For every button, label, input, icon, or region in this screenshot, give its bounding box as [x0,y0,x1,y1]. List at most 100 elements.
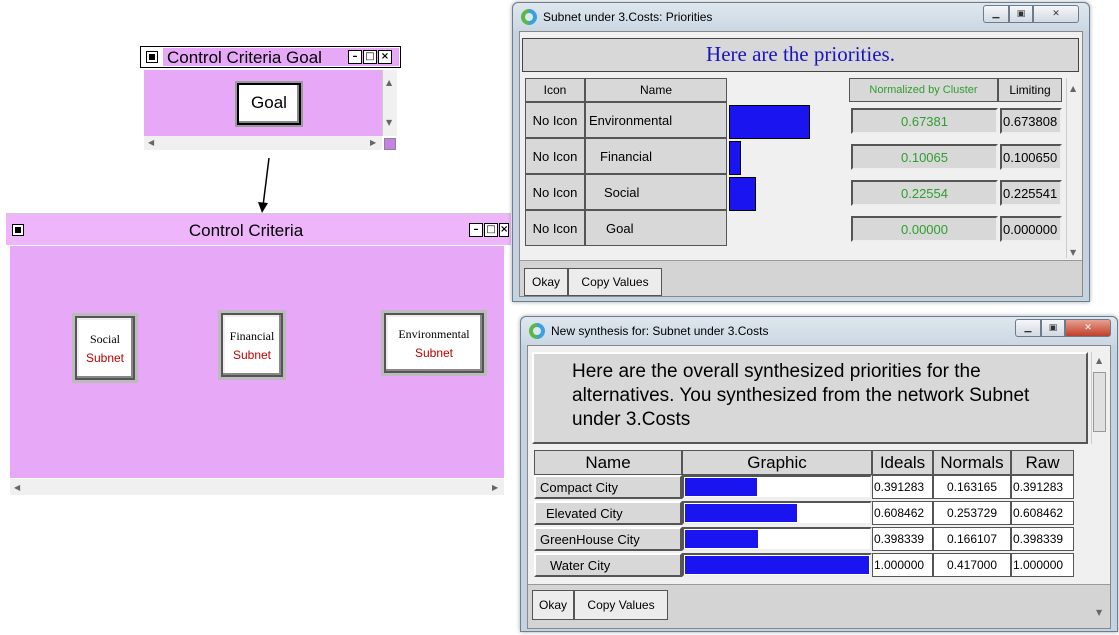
copy-values-button[interactable]: Copy Values [574,590,668,620]
priorities-vscroll[interactable] [1066,78,1082,258]
col-graphic-label: Graphic [747,452,807,472]
priorities-window-title: Subnet under 3.Costs: Priorities [543,10,713,24]
priorities-window: Subnet under 3.Costs: Priorities ▁ ▣ ✕ H… [512,2,1090,302]
copy-values-label: Copy Values [581,275,649,289]
col-raw-label: Raw [1025,452,1060,472]
row-raw-cell: 0.391283 [1011,475,1074,499]
row-icon-cell: No Icon [525,102,585,138]
goal-window-titlebar[interactable]: Control Criteria Goal – □ × [140,46,401,68]
copy-values-button[interactable]: Copy Values [568,268,662,296]
row-ideals-cell: 0.608462 [872,501,933,525]
row-raw-cell: 1.000000 [1011,553,1074,577]
scroll-right-icon[interactable]: ▶ [370,138,376,147]
synthesis-bar [685,530,758,548]
row-normals-cell: 0.163165 [933,475,1011,499]
scroll-down-icon[interactable]: ▼ [1096,608,1102,617]
synthesis-bar [685,478,757,496]
scroll-up-icon[interactable]: ▲ [386,78,392,87]
minimize-icon[interactable]: – [469,223,483,237]
row-ideals-cell: 0.391283 [872,475,933,499]
col-header-graphic[interactable]: Graphic [682,450,872,475]
priority-bar [729,177,756,211]
synthesis-titlebar[interactable]: New synthesis for: Subnet under 3.Costs … [521,317,1117,345]
resize-grip[interactable] [384,138,396,150]
col-limiting-label: Limiting [1009,83,1051,97]
connector-arrow [258,158,270,213]
priorities-titlebar[interactable]: Subnet under 3.Costs: Priorities ▁ ▣ ✕ [513,3,1089,31]
row-normals-cell: 0.253729 [933,501,1011,525]
social-node-title: Social [90,332,120,346]
close-icon[interactable]: ✕ [1065,319,1111,337]
close-icon[interactable]: × [378,50,392,64]
maximize-icon[interactable]: ▣ [1009,5,1033,23]
col-name-label: Name [585,452,631,472]
row-icon-cell: No Icon [525,174,585,210]
copy-values-label: Copy Values [587,598,655,612]
row-normalized-cell: 0.10065 [851,144,998,170]
synthesis-bar [685,556,869,574]
minimize-icon[interactable]: – [348,50,362,64]
col-header-name[interactable]: Name [585,78,727,102]
minimize-icon[interactable]: ▁ [983,5,1009,23]
col-header-normalized[interactable]: Normalized by Cluster [849,78,998,102]
social-node[interactable]: Social Subnet [72,313,138,383]
financial-node[interactable]: Financial Subnet [218,310,286,380]
cc-hscroll[interactable] [10,479,504,495]
app-sync-icon [529,323,545,339]
scroll-left-icon[interactable]: ◀ [14,483,20,492]
minimize-icon[interactable]: ▁ [1015,319,1041,337]
close-icon[interactable]: × [499,223,509,237]
priorities-header: Here are the priorities. [706,42,895,66]
window-menu-icon[interactable] [146,51,158,63]
okay-button[interactable]: Okay [532,590,574,620]
col-header-raw[interactable]: Raw [1011,450,1074,475]
financial-node-title: Financial [229,329,275,343]
environmental-node-subnet: Subnet [414,346,454,360]
financial-node-subnet: Subnet [232,348,272,362]
col-ideals-label: Ideals [879,452,926,472]
row-ideals-cell: 0.398339 [872,527,933,551]
goal-window-title: Control Criteria Goal [167,48,322,67]
row-normalized-cell: 0.00000 [851,216,998,242]
row-name-cell: Goal [585,210,727,246]
col-normals-label: Normals [940,452,1004,472]
scroll-down-icon[interactable]: ▼ [386,118,392,127]
scroll-up-icon[interactable]: ▲ [1096,356,1102,365]
scroll-thumb[interactable] [1093,372,1106,432]
col-header-limiting[interactable]: Limiting [998,78,1062,102]
row-normals-cell: 0.166107 [933,527,1011,551]
row-limiting-cell: 0.225541 [1000,180,1062,206]
scroll-up-icon[interactable]: ▲ [1070,84,1076,93]
row-name-cell: Elevated City [534,501,682,525]
col-header-ideals[interactable]: Ideals [872,450,933,475]
cc-window-title: Control Criteria [188,221,304,240]
col-header-normals[interactable]: Normals [933,450,1011,475]
scroll-right-icon[interactable]: ▶ [492,483,498,492]
row-name-cell: GreenHouse City [534,527,682,551]
okay-button[interactable]: Okay [524,268,568,296]
close-icon[interactable]: ✕ [1033,5,1079,23]
scroll-down-icon[interactable]: ▼ [1070,248,1076,257]
goal-hscroll[interactable] [144,136,382,150]
maximize-icon[interactable]: □ [484,223,498,237]
maximize-icon[interactable]: □ [363,50,377,64]
row-name-cell: Water City [534,553,682,577]
scroll-left-icon[interactable]: ◀ [148,138,154,147]
row-limiting-cell: 0.100650 [1000,144,1062,170]
goal-node-label: Goal [251,93,287,112]
col-normalized-label: Normalized by Cluster [869,84,978,96]
synthesis-header-panel: Here are the overall synthesized priorit… [532,352,1088,444]
col-icon-label: Icon [543,83,567,97]
col-header-name[interactable]: Name [534,450,682,475]
col-header-icon[interactable]: Icon [525,78,585,102]
priorities-header-panel: Here are the priorities. [522,38,1079,72]
col-name-label: Name [639,83,672,97]
cc-window: Control Criteria – □ × Social Subnet Fin… [6,213,516,503]
maximize-icon[interactable]: ▣ [1041,319,1065,337]
row-limiting-cell: 0.673808 [1000,108,1062,134]
cc-window-titlebar[interactable]: Control Criteria – □ × [6,213,511,245]
environmental-node[interactable]: Environmental Subnet [381,310,487,376]
row-icon-cell: No Icon [525,138,585,174]
row-icon-cell: No Icon [525,210,585,246]
goal-node[interactable]: Goal [235,81,303,127]
